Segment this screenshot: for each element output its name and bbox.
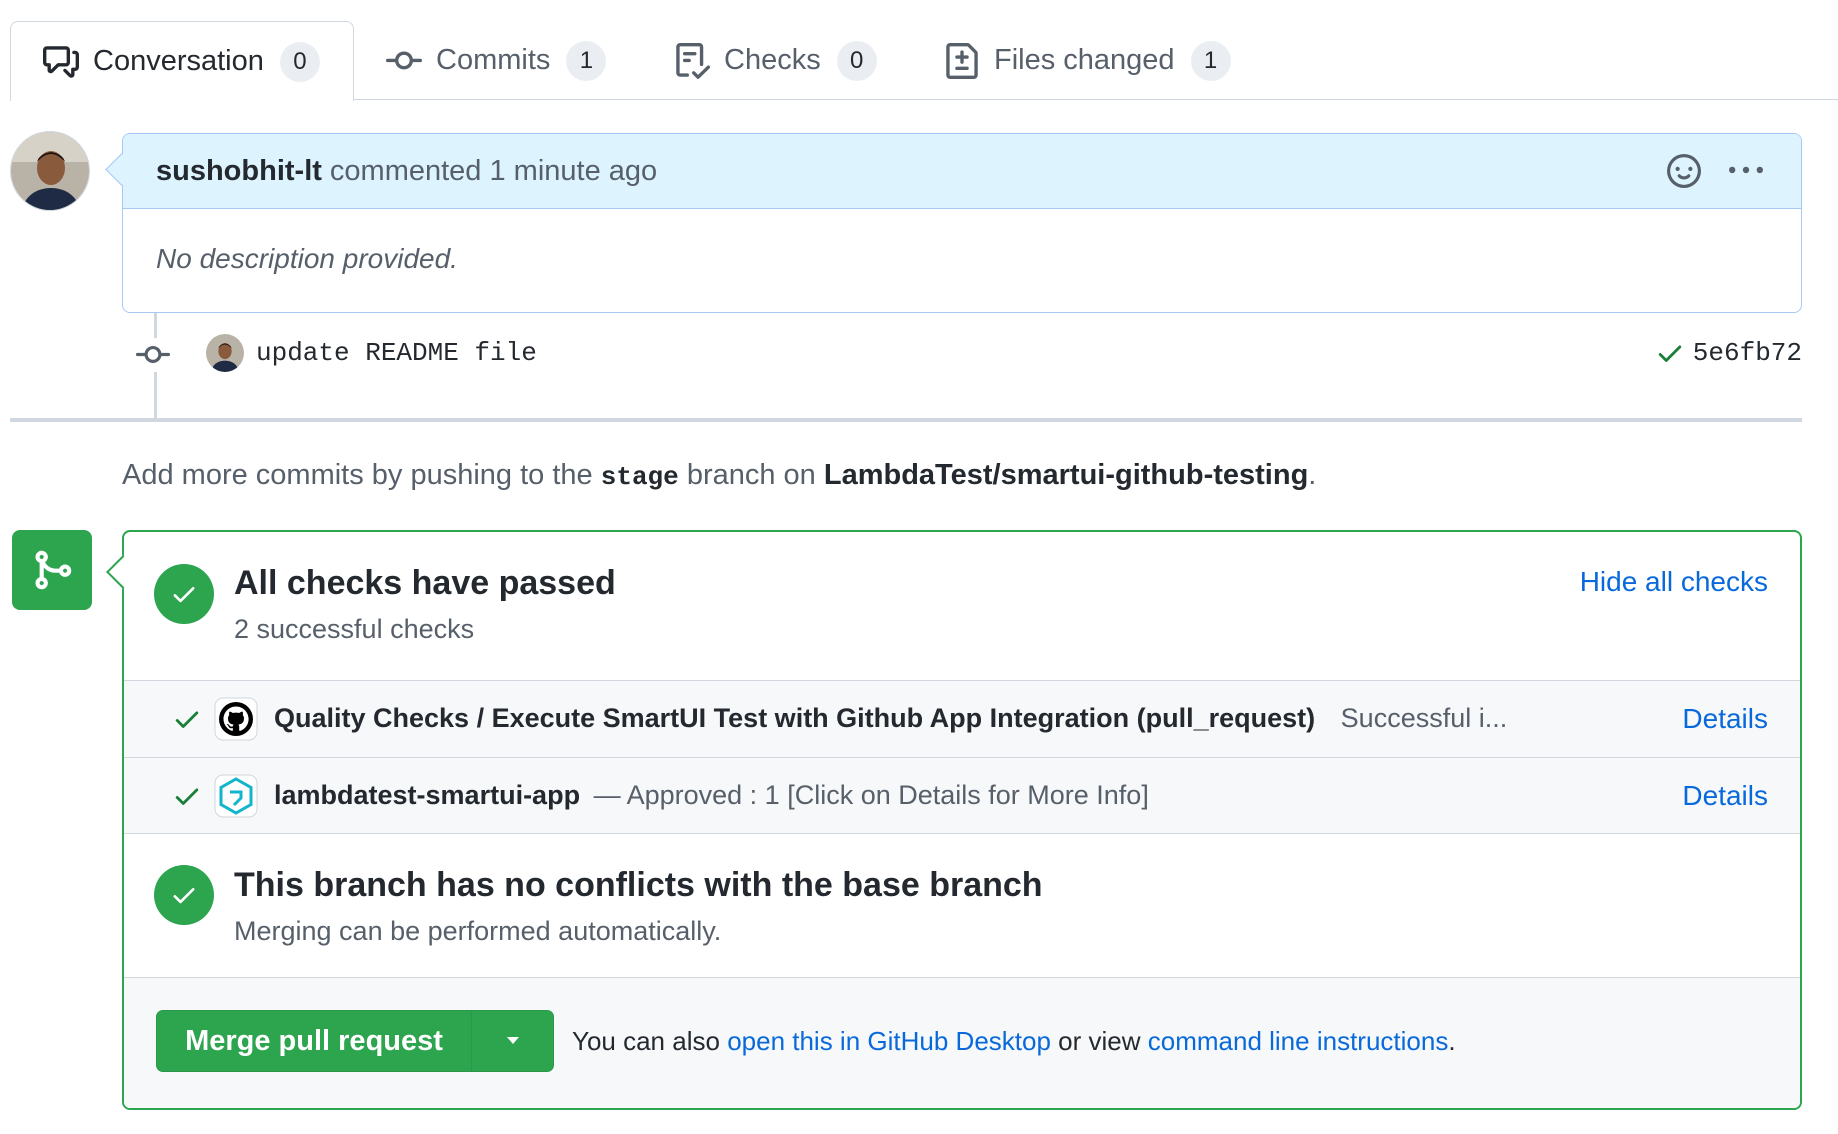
repo-name[interactable]: LambdaTest/smartui-github-testing bbox=[824, 459, 1308, 491]
commit-message[interactable]: update README file bbox=[256, 338, 537, 368]
pr-description-comment: sushobhit-lt commented 1 minute ago No d… bbox=[105, 133, 1802, 313]
comment-meta[interactable]: commented 1 minute ago bbox=[330, 155, 657, 188]
checks-summary: All checks have passed 2 successful chec… bbox=[124, 532, 1800, 680]
check-icon bbox=[175, 711, 199, 728]
tab-checks-counter: 0 bbox=[836, 40, 877, 81]
conflicts-title: This branch has no conflicts with the ba… bbox=[234, 866, 1043, 904]
comment-header: sushobhit-lt commented 1 minute ago bbox=[123, 134, 1801, 209]
merge-hint-prefix: You can also bbox=[572, 1026, 720, 1056]
tab-commits-counter: 1 bbox=[566, 40, 607, 81]
git-commit-icon bbox=[136, 338, 170, 372]
open-in-desktop-link[interactable]: open this in GitHub Desktop bbox=[727, 1026, 1051, 1056]
tab-files-changed[interactable]: Files changed 1 bbox=[944, 21, 1231, 100]
commit-author-avatar[interactable] bbox=[206, 334, 244, 372]
tab-conversation-label: Conversation bbox=[93, 45, 264, 77]
check-name: Quality Checks / Execute SmartUI Test wi… bbox=[274, 703, 1507, 734]
check-name: lambdatest-smartui-app — Approved : 1 [C… bbox=[274, 780, 1149, 811]
check-description: — Approved : 1 [Click on Details for Mor… bbox=[593, 780, 1149, 810]
check-title: lambdatest-smartui-app bbox=[274, 780, 581, 810]
push-info-suffix: . bbox=[1308, 459, 1317, 491]
merge-box: All checks have passed 2 successful chec… bbox=[106, 530, 1802, 1110]
git-commit-icon bbox=[386, 50, 422, 69]
tab-files-changed-label: Files changed bbox=[994, 44, 1175, 76]
commit-sha-group: 5e6fb72 bbox=[1655, 338, 1802, 368]
push-info-prefix: Add more commits by pushing to the bbox=[122, 459, 593, 491]
conflicts-subtitle: Merging can be performed automatically. bbox=[234, 916, 722, 946]
check-icon bbox=[175, 788, 199, 805]
check-details-link[interactable]: Details bbox=[1682, 703, 1768, 735]
checks-status-circle bbox=[154, 564, 214, 624]
git-merge-icon bbox=[35, 550, 72, 590]
conflicts-section: This branch has no conflicts with the ba… bbox=[124, 832, 1800, 980]
merge-pull-request-button[interactable]: Merge pull request bbox=[157, 1011, 472, 1071]
tab-checks[interactable]: Checks 0 bbox=[674, 21, 877, 100]
avatar-photo bbox=[11, 132, 89, 210]
lambdatest-app-icon bbox=[214, 774, 258, 817]
merge-hint-suffix: . bbox=[1448, 1026, 1456, 1056]
checks-subtitle: 2 successful checks bbox=[234, 614, 475, 644]
github-icon bbox=[214, 697, 258, 740]
command-line-instructions-link[interactable]: command line instructions bbox=[1148, 1026, 1449, 1056]
check-row: lambdatest-smartui-app — Approved : 1 [C… bbox=[124, 757, 1800, 833]
check-details-link[interactable]: Details bbox=[1682, 780, 1768, 812]
checks-list: Quality Checks / Execute SmartUI Test wi… bbox=[124, 680, 1800, 834]
triangle-down-icon bbox=[506, 1037, 519, 1044]
pr-tabs: Conversation 0 Commits 1 Checks 0 Files … bbox=[0, 0, 1838, 101]
commit-sha[interactable]: 5e6fb72 bbox=[1693, 338, 1802, 368]
checks-title: All checks have passed bbox=[234, 564, 616, 602]
check-title: Quality Checks / Execute SmartUI Test wi… bbox=[274, 703, 1316, 733]
commit-row: update README file 5e6fb72 bbox=[130, 328, 1802, 380]
comment-author[interactable]: sushobhit-lt bbox=[156, 155, 322, 188]
author-avatar[interactable] bbox=[10, 131, 90, 211]
branch-name: stage bbox=[600, 462, 679, 492]
timeline-separator bbox=[10, 418, 1802, 422]
comment-discussion-icon bbox=[43, 45, 79, 78]
tab-files-changed-counter: 1 bbox=[1190, 40, 1231, 81]
checklist-icon bbox=[676, 42, 710, 79]
hide-all-checks-link[interactable]: Hide all checks bbox=[1580, 566, 1768, 598]
file-diff-icon bbox=[946, 42, 978, 79]
tab-commits[interactable]: Commits 1 bbox=[386, 21, 607, 100]
check-icon bbox=[173, 587, 195, 603]
tab-checks-label: Checks bbox=[724, 44, 821, 76]
merge-status-badge bbox=[12, 530, 92, 610]
merge-hint: You can also open this in GitHub Desktop… bbox=[572, 1026, 1456, 1057]
merge-button-group: Merge pull request bbox=[156, 1010, 554, 1072]
merge-method-dropdown[interactable] bbox=[472, 1011, 553, 1071]
comment-body: No description provided. bbox=[156, 243, 458, 274]
push-info: Add more commits by pushing to the stage… bbox=[122, 459, 1316, 492]
check-description: Successful i... bbox=[1340, 703, 1508, 733]
tab-conversation[interactable]: Conversation 0 bbox=[10, 21, 354, 101]
smiley-icon[interactable] bbox=[1667, 154, 1701, 188]
tab-conversation-counter: 0 bbox=[279, 41, 320, 82]
merge-hint-middle: or view bbox=[1058, 1026, 1141, 1056]
push-info-middle: branch on bbox=[686, 459, 816, 491]
avatar-photo bbox=[206, 334, 244, 372]
check-icon bbox=[173, 888, 195, 904]
tab-commits-label: Commits bbox=[436, 44, 551, 76]
merge-footer: Merge pull request You can also open thi… bbox=[124, 977, 1800, 1108]
check-icon[interactable] bbox=[1655, 338, 1685, 368]
kebab-horizontal-icon[interactable] bbox=[1729, 154, 1763, 188]
check-row: Quality Checks / Execute SmartUI Test wi… bbox=[124, 681, 1800, 756]
conflicts-status-circle bbox=[154, 865, 214, 925]
